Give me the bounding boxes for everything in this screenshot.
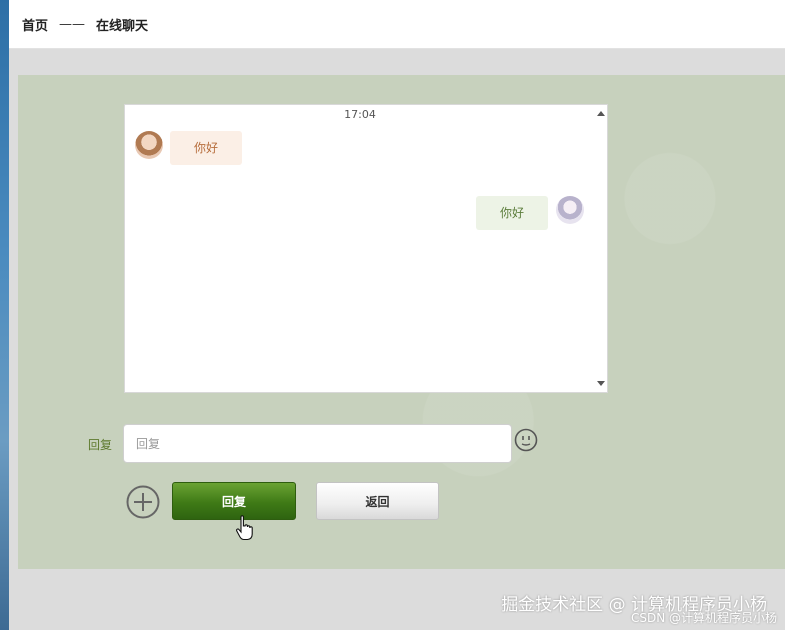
breadcrumb-home[interactable]: 首页 [22,15,48,34]
smiley-face-icon[interactable] [514,428,538,452]
reply-button[interactable]: 回复 [172,482,296,520]
message-bubble-received: 你好 [170,131,243,165]
reply-input[interactable] [123,424,512,463]
breadcrumb-current: 在线聊天 [96,18,149,34]
breadcrumb: 首页 —— 在线聊天 [22,15,148,34]
chat-scrollbar[interactable] [595,105,607,392]
top-bar: 首页 —— 在线聊天 [9,0,785,49]
scroll-down-arrow-icon[interactable] [597,381,605,386]
breadcrumb-separator: —— [59,16,86,32]
message-bubble-sent: 你好 [475,196,548,230]
chat-history[interactable]: 17:04 你好 你好 [124,104,608,393]
message-timestamp: 17:04 [344,108,376,121]
left-window-edge [0,0,9,630]
reply-label: 回复 [88,438,113,452]
hand-pointer-icon [236,515,253,541]
scroll-up-arrow-icon[interactable] [597,111,605,116]
back-button[interactable]: 返回 [316,482,439,520]
avatar-received [135,131,163,159]
plus-circle-icon[interactable] [126,485,160,519]
watermark-sub: CSDN @计算机程序员小杨 [630,611,777,625]
avatar-sent [556,196,584,224]
